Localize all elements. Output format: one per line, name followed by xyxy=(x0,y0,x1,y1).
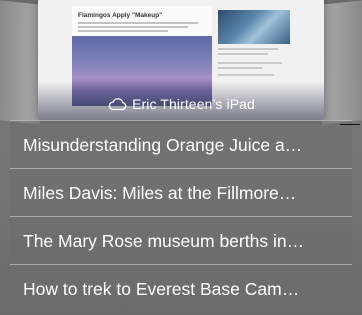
thumbnail-headline: Flamingos Apply "Makeup" xyxy=(78,12,163,19)
thumbnail-text-line xyxy=(218,53,268,55)
tab-title: Miles Davis: Miles at the Fillmore… xyxy=(23,182,297,203)
tab-title: How to trek to Everest Base Cam… xyxy=(23,278,300,299)
thumbnail-text-line xyxy=(218,62,282,64)
device-header: Eric Thirteen’s iPad xyxy=(0,94,362,114)
callout-line xyxy=(340,124,360,125)
list-divider xyxy=(10,168,352,169)
thumbnail-sidebar xyxy=(218,10,290,80)
tab-item[interactable]: Misunderstanding Orange Juice a… xyxy=(10,122,352,168)
tab-item[interactable]: The Mary Rose museum berths in… xyxy=(10,218,352,264)
icloud-tabs-view: Flamingos Apply "Makeup" Eric Thirteen’s… xyxy=(0,0,362,315)
list-divider xyxy=(10,120,352,121)
thumbnail-text-line xyxy=(218,67,262,69)
thumbnail-text-line xyxy=(78,22,198,24)
thumbnail-text-line xyxy=(78,30,168,32)
tab-title: Misunderstanding Orange Juice a… xyxy=(23,134,303,155)
tab-item[interactable]: Miles Davis: Miles at the Fillmore… xyxy=(10,170,352,216)
list-divider xyxy=(10,216,352,217)
thumbnail-text-line xyxy=(78,26,188,28)
thumbnail-text-line xyxy=(218,74,274,76)
cloud-icon xyxy=(108,98,127,111)
tab-item[interactable]: How to trek to Everest Base Cam… xyxy=(10,266,352,312)
thumbnail-sidebar-photo xyxy=(218,10,290,44)
tab-title: The Mary Rose museum berths in… xyxy=(23,230,305,251)
list-divider xyxy=(10,264,352,265)
device-name: Eric Thirteen’s iPad xyxy=(132,96,255,112)
thumbnail-text-line xyxy=(218,48,278,50)
